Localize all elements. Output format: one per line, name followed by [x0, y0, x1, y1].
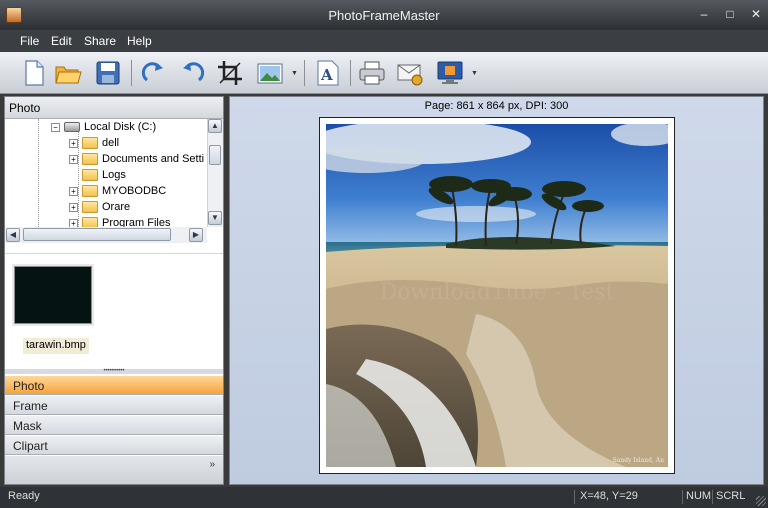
open-folder-icon[interactable]: [54, 59, 82, 87]
thumbnail-area: tarawin.bmp: [5, 253, 223, 369]
photo-preview: DownloadTube - Test Sandy Island, An: [326, 124, 668, 467]
folder-icon: [82, 169, 98, 182]
scroll-left-icon[interactable]: ◀: [6, 228, 20, 242]
tree-item-dell[interactable]: + dell: [69, 137, 119, 153]
menu-help[interactable]: Help: [127, 34, 152, 48]
save-icon[interactable]: [94, 59, 122, 87]
panel-header-label: Photo: [9, 101, 41, 115]
watermark: DownloadTube - Test: [379, 280, 615, 305]
thumbnail-label: tarawin.bmp: [23, 338, 89, 354]
redo-icon[interactable]: [140, 59, 168, 87]
status-bar: Ready X=48, Y=29 NUM SCRL: [0, 487, 768, 508]
wallpaper-icon[interactable]: [436, 59, 464, 87]
expand-icon[interactable]: +: [69, 186, 78, 196]
nav-footer: »: [5, 456, 223, 484]
insert-image-dropdown-icon[interactable]: ▼: [291, 70, 299, 78]
minimize-button[interactable]: –: [698, 7, 710, 21]
insert-image-icon[interactable]: [256, 59, 284, 87]
cursor-coordinates: X=48, Y=29: [580, 490, 638, 502]
window-title: PhotoFrameMaster: [328, 8, 440, 23]
status-text: Ready: [8, 490, 40, 502]
tree-vertical-scrollbar[interactable]: ▲ ▼: [207, 119, 223, 227]
folder-icon: [82, 201, 98, 214]
close-button[interactable]: ✕: [750, 7, 762, 21]
menu-bar: File Edit Share Help: [0, 30, 768, 52]
tree-item-orare[interactable]: + Orare: [69, 201, 130, 217]
tree-item-documents[interactable]: + Documents and Setti: [69, 153, 204, 169]
menu-edit[interactable]: Edit: [51, 34, 72, 48]
panel-header: Photo: [5, 97, 223, 119]
page-preview[interactable]: DownloadTube - Test Sandy Island, An: [319, 117, 675, 474]
disk-icon: [64, 122, 80, 133]
left-panel: Photo − Local Disk (C:) + dell + Documents …: [4, 96, 224, 485]
photo-caption: Sandy Island, An: [612, 457, 664, 464]
more-options-icon[interactable]: »: [209, 459, 215, 470]
menu-share[interactable]: Share: [84, 34, 116, 48]
crop-icon[interactable]: [216, 59, 244, 87]
wallpaper-dropdown-icon[interactable]: ▼: [471, 70, 479, 78]
text-icon[interactable]: A: [314, 59, 342, 87]
expand-icon[interactable]: +: [69, 154, 78, 164]
new-file-icon[interactable]: [20, 59, 48, 87]
canvas-area: Page: 861 x 864 px, DPI: 300 DownloadTub…: [229, 96, 764, 485]
print-icon[interactable]: [358, 59, 386, 87]
tree-horizontal-scrollbar[interactable]: ◀ ▶: [5, 227, 207, 243]
scroll-thumb[interactable]: [23, 228, 171, 241]
tree-item-logs[interactable]: Logs: [82, 169, 126, 185]
email-icon[interactable]: [396, 59, 424, 87]
collapse-icon[interactable]: −: [51, 122, 60, 132]
nav-photo[interactable]: Photo: [5, 375, 223, 395]
expand-icon[interactable]: +: [69, 138, 78, 148]
scroll-up-icon[interactable]: ▲: [208, 119, 222, 133]
page-info: Page: 861 x 864 px, DPI: 300: [424, 100, 569, 112]
folder-icon: [82, 153, 98, 166]
menu-file[interactable]: File: [20, 34, 39, 48]
maximize-button[interactable]: □: [724, 7, 736, 21]
folder-tree: − Local Disk (C:) + dell + Documents and Se…: [5, 119, 223, 229]
nav-frame[interactable]: Frame: [5, 395, 223, 415]
scroll-lock-indicator: SCRL: [716, 490, 746, 502]
image-thumbnail[interactable]: [14, 266, 92, 324]
tree-item-myobodbc[interactable]: + MYOBODBC: [69, 185, 166, 201]
panel-splitter[interactable]: ••••••••••: [5, 368, 223, 374]
num-lock-indicator: NUM: [686, 490, 712, 502]
scroll-thumb[interactable]: [209, 145, 221, 165]
expand-icon[interactable]: +: [69, 202, 78, 212]
undo-icon[interactable]: [178, 59, 206, 87]
title-bar: PhotoFrameMaster – □ ✕: [0, 0, 768, 30]
svg-text:A: A: [320, 66, 333, 84]
nav-mask[interactable]: Mask: [5, 415, 223, 435]
resize-grip[interactable]: [756, 496, 766, 506]
nav-clipart[interactable]: Clipart: [5, 435, 223, 455]
folder-icon: [82, 185, 98, 198]
scroll-down-icon[interactable]: ▼: [208, 211, 222, 225]
toolbar: ▼ A ▼: [0, 52, 768, 94]
tree-item-local-disk[interactable]: − Local Disk (C:): [51, 121, 156, 137]
folder-icon: [82, 137, 98, 150]
scroll-right-icon[interactable]: ▶: [189, 228, 203, 242]
